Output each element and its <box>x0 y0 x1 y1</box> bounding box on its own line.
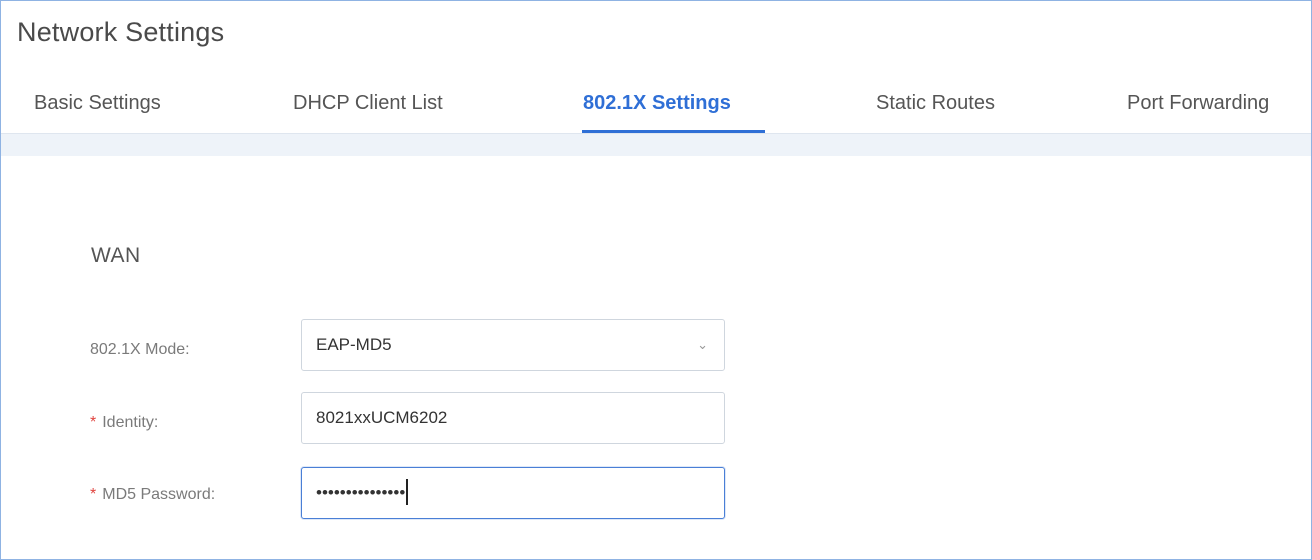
tab-bar: Basic Settings DHCP Client List 802.1X S… <box>1 77 1311 133</box>
required-asterisk: * <box>90 414 97 431</box>
identity-label-text: Identity: <box>102 414 159 431</box>
identity-input[interactable]: 8021xxUCM6202 <box>301 392 725 444</box>
required-asterisk: * <box>90 486 97 503</box>
tab-static-routes[interactable]: Static Routes <box>876 92 995 115</box>
identity-label: * Identity: <box>90 414 158 432</box>
tab-802-1x-settings[interactable]: 802.1X Settings <box>583 92 731 115</box>
mode-select[interactable]: EAP-MD5 ⌄ <box>301 319 725 371</box>
password-masked-value: ••••••••••••••• <box>316 483 406 502</box>
tab-dhcp-client-list[interactable]: DHCP Client List <box>293 92 443 115</box>
tab-basic-settings[interactable]: Basic Settings <box>34 92 161 115</box>
password-label: * MD5 Password: <box>90 486 215 504</box>
mode-label-text: 802.1X Mode: <box>90 341 190 358</box>
md5-password-input[interactable]: ••••••••••••••• <box>301 467 725 519</box>
page-title: Network Settings <box>17 17 225 47</box>
tab-port-forwarding[interactable]: Port Forwarding <box>1127 92 1269 115</box>
mode-select-value: EAP-MD5 <box>316 335 392 354</box>
mode-label: 802.1X Mode: <box>90 341 190 359</box>
section-title-wan: WAN <box>91 244 141 267</box>
text-caret <box>406 478 409 505</box>
identity-input-value: 8021xxUCM6202 <box>316 408 448 427</box>
content-header-strip <box>1 134 1311 156</box>
network-settings-panel: Network Settings Basic Settings DHCP Cli… <box>0 0 1312 560</box>
chevron-down-icon: ⌄ <box>697 337 708 352</box>
password-label-text: MD5 Password: <box>102 486 216 503</box>
